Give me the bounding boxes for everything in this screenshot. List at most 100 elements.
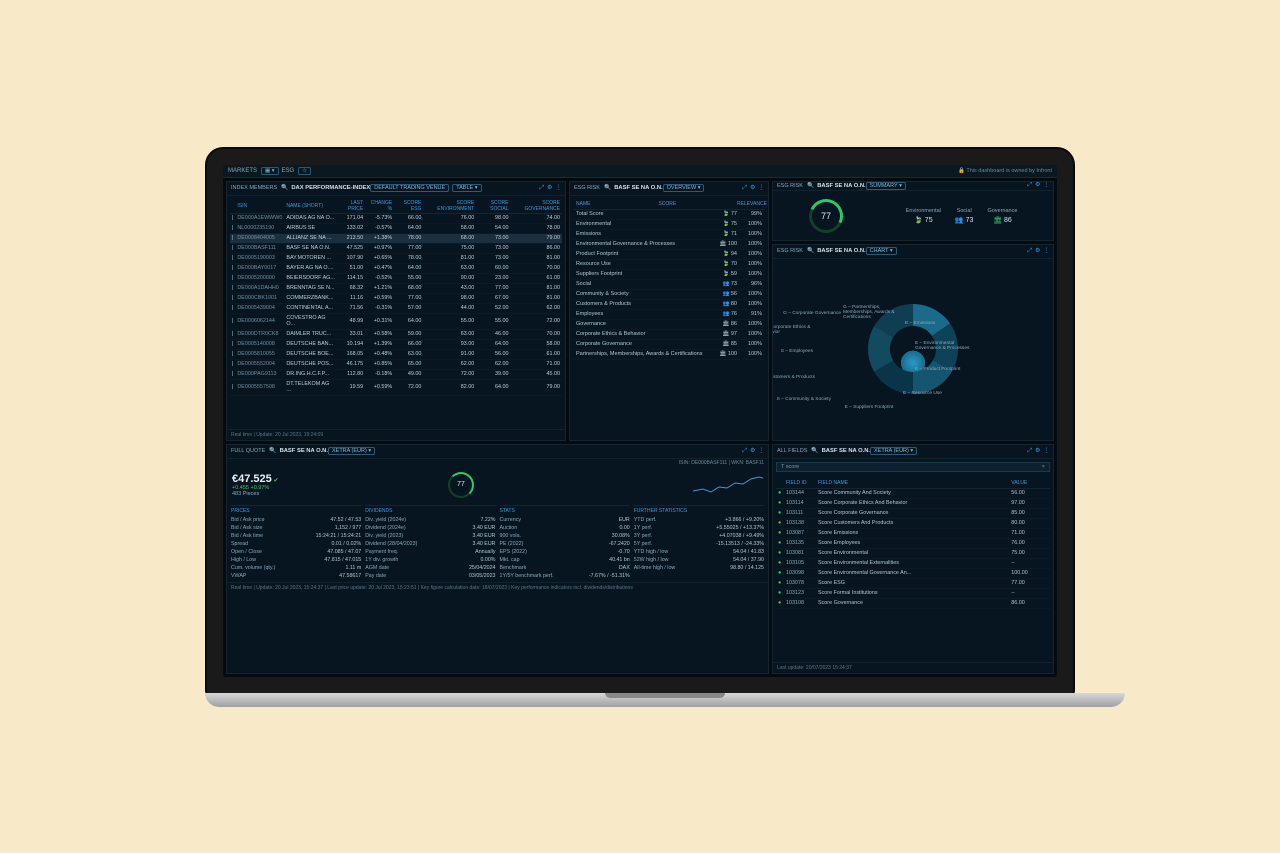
esg-pie-chart[interactable]: G – Partnerships, Memberships, Awards & …: [773, 259, 1053, 440]
quote-column: DIVIDENDSDiv. yield (2024e)7.22%Dividend…: [365, 505, 495, 580]
pie-label: E – Emissions: [905, 321, 935, 326]
esg-row[interactable]: Corporate Governance🏛 85100%: [573, 340, 765, 350]
gear-icon[interactable]: ⚙: [547, 185, 552, 192]
table-row[interactable]: |DE0005552004DEUTSCHE POS...46.175+0.85%…: [230, 359, 562, 369]
esg-row[interactable]: Product Footprint🍃 94100%: [573, 250, 765, 260]
more-icon[interactable]: ⋮: [555, 185, 561, 192]
table-row[interactable]: |DE000A1DAHH0BRENNTAG SE N...68.32+1.21%…: [230, 283, 562, 293]
search-icon[interactable]: 🔍: [281, 185, 288, 191]
table-row[interactable]: |DE0005140008DEUTSCHE BAN...10.194+1.39%…: [230, 339, 562, 349]
esg-row[interactable]: Customers & Products👥 80100%: [573, 300, 765, 310]
field-row[interactable]: ●103123Score Formal Institutions--: [776, 588, 1050, 598]
esg-row[interactable]: Social👥 7396%: [573, 280, 765, 290]
esg-row[interactable]: Emissions🍃 71100%: [573, 230, 765, 240]
expand-icon[interactable]: ⤢: [742, 185, 747, 192]
table-row[interactable]: |DE000PAG9113DR.ING.H.C.F.P...112.80-0.1…: [230, 369, 562, 379]
field-row[interactable]: ●103105Score Environmental Externalities…: [776, 558, 1050, 568]
expand-icon[interactable]: ⤢: [742, 448, 747, 455]
star-icon[interactable]: ☆: [298, 167, 311, 175]
field-row[interactable]: ●103144Score Community And Society56.00: [776, 488, 1050, 498]
more-icon[interactable]: ⋮: [758, 185, 764, 192]
pie-label: S – Employees: [781, 349, 813, 354]
search-icon[interactable]: 🔍: [604, 185, 611, 191]
gear-icon[interactable]: ⚙: [1035, 248, 1040, 255]
esg-row[interactable]: Corporate Ethics & Behavior🏛 97100%: [573, 330, 765, 340]
gear-icon[interactable]: ⚙: [1035, 448, 1040, 455]
pillar: Environmental🍃75: [906, 208, 941, 224]
expand-icon[interactable]: ⤢: [1027, 448, 1032, 455]
expand-icon[interactable]: ⤢: [1027, 248, 1032, 255]
field-row[interactable]: ●103114Score Corporate Ethics And Behavi…: [776, 498, 1050, 508]
quote-column: PRICESBid / Ask price47.52 / 47.53Bid / …: [231, 505, 361, 580]
field-row[interactable]: ●103087Score Emissions71.00: [776, 528, 1050, 538]
esg-row[interactable]: Partnerships, Memberships, Awards & Cert…: [573, 350, 765, 360]
fields-table[interactable]: FIELD IDFIELD NAMEVALUE ●103144Score Com…: [776, 478, 1050, 609]
table-row[interactable]: |DE0006062144COVESTRO AG O...48.99+0.31%…: [230, 313, 562, 329]
field-row[interactable]: ●103138Score Customers And Products80.00: [776, 518, 1050, 528]
table-row[interactable]: |DE000DTR0CK8DAIMLER TRUC...33.01+0.58%5…: [230, 329, 562, 339]
search-icon[interactable]: 🔍: [807, 248, 814, 254]
pie-label: S – Customers & Products: [772, 375, 815, 380]
index-table[interactable]: ISINNAME (SHORT)LAST PRICECHANGE %SCORE …: [230, 199, 562, 396]
table-row[interactable]: |DE000BAY0017BAYER AG NA O....51.00+0.47…: [230, 263, 562, 273]
venue-select[interactable]: DEFAULT TRADING VENUE: [370, 184, 449, 192]
search-icon[interactable]: 🔍: [811, 448, 818, 454]
gear-icon[interactable]: ⚙: [750, 448, 755, 455]
crumb-markets[interactable]: MARKETS: [228, 168, 257, 174]
pie-label: G – Corporate Ethics & Behavior: [772, 325, 821, 336]
esg-row[interactable]: Employees👥 7691%: [573, 310, 765, 320]
esg-row[interactable]: Environmental🍃 75100%: [573, 220, 765, 230]
gear-icon[interactable]: ⚙: [1035, 182, 1040, 189]
esg-row[interactable]: Environmental Governance & Processes🏛 10…: [573, 240, 765, 250]
filter-input[interactable]: T score×: [776, 462, 1050, 472]
panel-all-fields: ALL FIELDS 🔍 BASF SE NA O.N. XETRA (EUR)…: [772, 444, 1054, 674]
more-icon[interactable]: ⋮: [758, 448, 764, 455]
table-row[interactable]: |DE0008404005ALLIANZ SE NA ...213.50+1.3…: [230, 233, 562, 243]
field-row[interactable]: ●103078Score ESG77.00: [776, 578, 1050, 588]
pie-label: G – Partnerships, Memberships, Awards & …: [843, 305, 903, 321]
expand-icon[interactable]: ⤢: [1027, 182, 1032, 189]
more-icon[interactable]: ⋮: [1043, 448, 1049, 455]
search-icon[interactable]: 🔍: [269, 448, 276, 454]
pie-label: G – Corporate Governance: [783, 311, 841, 316]
pie-label: E – Product Footprint: [915, 367, 960, 372]
esg-row[interactable]: Resource Use🍃 70100%: [573, 260, 765, 270]
breadcrumb-bar: MARKETS ▦ ▾ ESG ☆ 🔒 This dashboard is ow…: [223, 165, 1057, 178]
index-name[interactable]: DAX PERFORMANCE-INDEX: [291, 185, 370, 191]
search-icon[interactable]: 🔍: [807, 183, 814, 189]
sparkline[interactable]: [693, 473, 763, 497]
table-row[interactable]: |DE0005190003BAY.MOTOREN ...107.90+0.65%…: [230, 253, 562, 263]
field-row[interactable]: ●103098Score Environmental Governance An…: [776, 568, 1050, 578]
table-row[interactable]: |DE000A1EWWW0ADIDAS AG NA O...171.04-5.7…: [230, 213, 562, 223]
table-row[interactable]: |DE0005557508DT.TELEKOM AG ...19.59+0.59…: [230, 379, 562, 395]
table-row[interactable]: |DE0005200000BEIERSDORF AG...114.15-0.52…: [230, 273, 562, 283]
clear-icon[interactable]: ×: [1042, 464, 1045, 470]
owned-label: 🔒 This dashboard is owned by Infront: [958, 168, 1052, 174]
esg-row[interactable]: Governance🏛 86100%: [573, 320, 765, 330]
field-row[interactable]: ●103081Score Environmental75.00: [776, 548, 1050, 558]
field-row[interactable]: ●103135Score Employees76.00: [776, 538, 1050, 548]
table-row[interactable]: |DE000BASF111BASF SE NA O.N.47.525+0.97%…: [230, 243, 562, 253]
more-icon[interactable]: ⋮: [1043, 182, 1049, 189]
panel-index-members: INDEX MEMBERS 🔍 DAX PERFORMANCE-INDEX DE…: [226, 181, 566, 441]
gear-icon[interactable]: ⚙: [750, 185, 755, 192]
more-icon[interactable]: ⋮: [1043, 248, 1049, 255]
view-select[interactable]: TABLE ▾: [452, 184, 481, 192]
expand-icon[interactable]: ⤢: [539, 185, 544, 192]
esg-row[interactable]: Total Score🍃 7799%: [573, 210, 765, 220]
esg-row[interactable]: Community & Society👥 56100%: [573, 290, 765, 300]
panel-esg-list: ESG RISK 🔍 BASF SE NA O.N. OVERVIEW ▾ ⤢⚙…: [569, 181, 769, 441]
crumb-esg[interactable]: ESG: [282, 168, 295, 174]
esg-row[interactable]: Suppliers Footprint🍃 59100%: [573, 270, 765, 280]
check-icon: ✔: [274, 477, 279, 484]
panel-esg-chart: ESG RISK 🔍 BASF SE NA O.N. CHART ▾ ⤢⚙⋮ G…: [772, 244, 1054, 441]
field-row[interactable]: ●103111Score Corporate Governance85.00: [776, 508, 1050, 518]
table-row[interactable]: |DE000CBK1001COMMERZBANK...11.16+0.59%77…: [230, 293, 562, 303]
crumb-control[interactable]: ▦ ▾: [261, 167, 279, 175]
field-row[interactable]: ●103108Score Governance86.00: [776, 598, 1050, 608]
table-row[interactable]: |DE0005439004CONTINENTAL A...71.56-0.31%…: [230, 303, 562, 313]
table-row[interactable]: |DE0005810055DEUTSCHE BOE...168.05+0.48%…: [230, 349, 562, 359]
panel-esg-summary: ESG RISK 🔍 BASF SE NA O.N. SUMMARY ▾ ⤢⚙⋮…: [772, 181, 1054, 241]
table-row[interactable]: |NL0000235190AIRBUS SE133.02-0.57%64.005…: [230, 223, 562, 233]
pie-label: E – Suppliers Footprint: [845, 405, 894, 410]
